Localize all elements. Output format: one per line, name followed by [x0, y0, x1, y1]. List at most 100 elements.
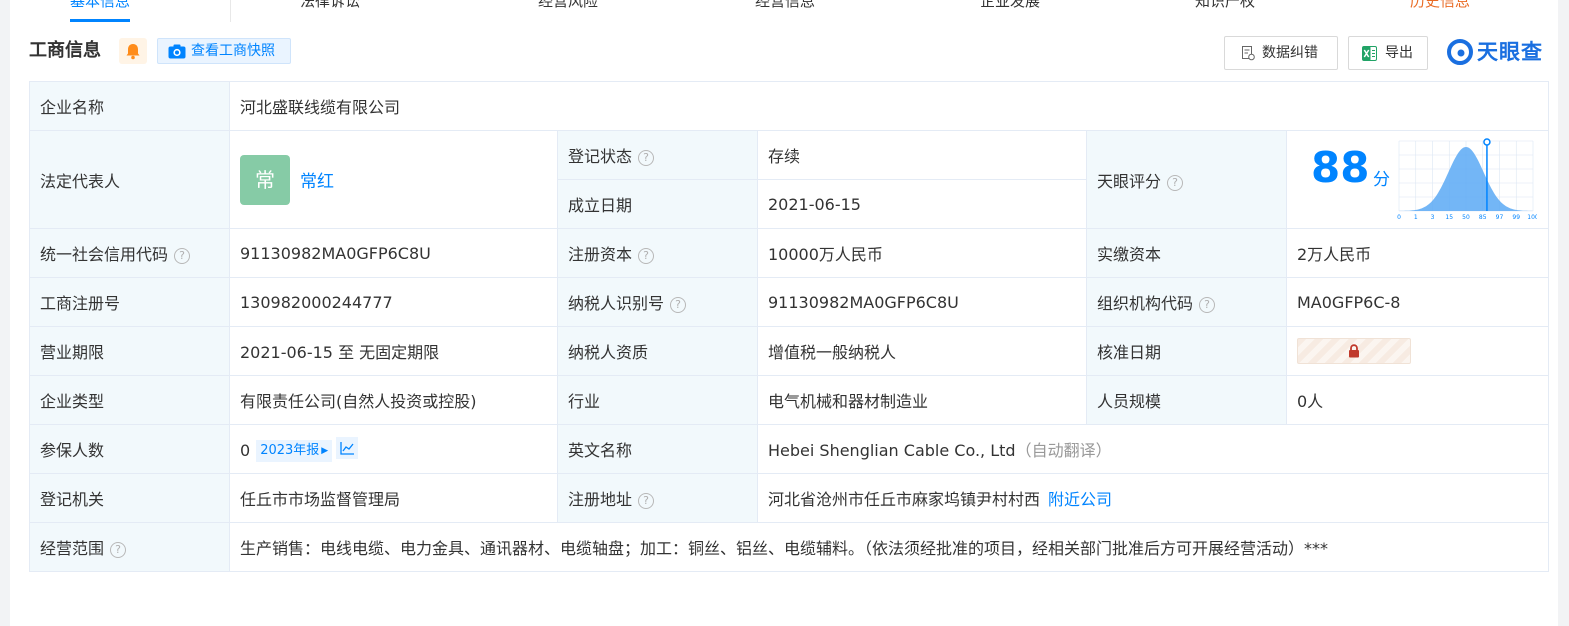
logo-mark-icon [1447, 39, 1473, 65]
chart-tick-label: 3 [1431, 214, 1435, 221]
table-row: 统一社会信用代码? 91130982MA0GFP6C8U 注册资本? 10000… [29, 228, 1549, 278]
score-number: 88 [1311, 143, 1370, 192]
chart-tick-label: 1 [1414, 214, 1418, 221]
founded-value: 2021-06-15 [757, 179, 1087, 229]
table-row: 企业名称 河北盛联线缆有限公司 [29, 81, 1549, 131]
score-cell[interactable]: 88 分 0 1 3 15 50 85 97 99 100 [1286, 130, 1549, 229]
insured-label: 参保人数 [29, 424, 230, 474]
reg-capital-value: 10000万人民币 [757, 228, 1087, 278]
org-code-value: MA0GFP6C-8 [1286, 277, 1549, 327]
org-code-label: 组织机构代码 [1097, 294, 1194, 313]
table-row: 登记机关 任丘市市场监督管理局 注册地址? 河北省沧州市任丘市麻家坞镇尹村村西附… [29, 473, 1549, 523]
tab-operation[interactable]: 经营信息 [755, 0, 815, 22]
tab-ip[interactable]: 知识产权 [1195, 0, 1255, 22]
legal-rep-link[interactable]: 常红 [300, 167, 334, 192]
snapshot-label: 查看工商快照 [191, 43, 275, 59]
staff-size-value: 0人 [1286, 375, 1549, 425]
reg-status-label-cell: 登记状态? [557, 130, 758, 180]
data-correction-button[interactable]: 数据纠错 [1224, 36, 1338, 70]
chart-tick-label: 15 [1445, 214, 1453, 221]
approval-date-locked[interactable] [1297, 338, 1411, 364]
english-name-value: Hebei Shenglian Cable Co., Ltd [768, 441, 1016, 460]
question-circle-icon[interactable]: ? [174, 248, 191, 264]
taxpayer-id-label: 纳税人识别号 [568, 294, 665, 313]
question-circle-icon[interactable]: ? [1167, 174, 1184, 191]
taxpayer-qual-value: 增值税一般纳税人 [757, 326, 1087, 376]
table-row: 经营范围? 生产销售：电线电缆、电力金具、通讯器材、电缆轴盘；加工：铜丝、铝丝、… [29, 522, 1549, 572]
camera-icon [168, 44, 186, 59]
founded-label: 成立日期 [557, 179, 758, 229]
table-row: 参保人数 0 2023年报 ▶ 英文名称 Hebei Shenglian Cable… [29, 424, 1549, 474]
question-circle-icon[interactable]: ? [638, 493, 655, 509]
scope-label: 经营范围 [40, 539, 105, 558]
annual-report-label: 2023年报 [260, 442, 320, 458]
bell-icon[interactable] [119, 38, 147, 64]
question-circle-icon[interactable]: ? [1199, 297, 1216, 313]
reg-address-cell: 河北省沧州市任丘市麻家坞镇尹村村西 附近公司 [757, 473, 1549, 523]
caret-right-icon: ▶ [321, 445, 329, 456]
company-type-label: 企业类型 [29, 375, 230, 425]
question-circle-icon[interactable]: ? [110, 542, 127, 558]
reg-address-value: 河北省沧州市任丘市麻家坞镇尹村村西 [768, 490, 1041, 509]
term-value: 2021-06-15 至 无固定期限 [229, 326, 558, 376]
credit-code-value: 91130982MA0GFP6C8U [229, 228, 558, 278]
company-name-label: 企业名称 [29, 81, 230, 131]
avatar[interactable]: 常 [240, 154, 290, 205]
approval-date-cell [1286, 326, 1549, 376]
industry-label: 行业 [557, 375, 758, 425]
annual-report-tag[interactable]: 2023年报 ▶ [256, 439, 333, 462]
export-label: 导出 [1385, 45, 1413, 61]
chart-tick-label: 99 [1512, 214, 1520, 221]
taxpayer-id-label-cell: 纳税人识别号? [557, 277, 758, 327]
export-button[interactable]: 导出 [1348, 36, 1428, 70]
logo-text: 天眼查 [1477, 40, 1543, 64]
reg-address-label: 注册地址 [568, 490, 633, 509]
scope-value: 生产销售：电线电缆、电力金具、通讯器材、电缆轴盘；加工：铜丝、铝丝、电缆辅料。（… [229, 522, 1549, 572]
score-marker-dot [1483, 138, 1491, 146]
chart-tick-label: 85 [1479, 214, 1487, 221]
question-circle-icon[interactable]: ? [670, 297, 687, 313]
credit-code-label-cell: 统一社会信用代码? [29, 228, 230, 278]
reg-authority-value: 任丘市市场监督管理局 [229, 473, 558, 523]
tab-development[interactable]: 企业发展 [980, 0, 1040, 22]
legal-rep-cell: 常常红 [229, 130, 558, 229]
section-title: 工商信息 [29, 40, 101, 61]
approval-date-label: 核准日期 [1086, 326, 1287, 376]
table-row: 企业类型 有限责任公司(自然人投资或控股) 行业 电气机械和器材制造业 人员规模… [29, 375, 1549, 425]
chart-tick-label: 100 [1527, 214, 1537, 221]
nearby-companies-link[interactable]: 附近公司 [1048, 490, 1112, 509]
reg-capital-label: 注册资本 [568, 245, 633, 264]
insured-cell: 0 2023年报 ▶ [229, 424, 558, 474]
tab-basic-info[interactable]: 基本信息 [70, 0, 131, 22]
scope-label-cell: 经营范围? [29, 522, 230, 572]
data-correction-label: 数据纠错 [1262, 45, 1318, 61]
reg-address-label-cell: 注册地址? [557, 473, 758, 523]
tab-legal[interactable]: 法律诉讼 [300, 0, 360, 22]
trend-chart-icon[interactable] [336, 436, 359, 459]
taxpayer-id-value: 91130982MA0GFP6C8U [757, 277, 1087, 327]
org-code-label-cell: 组织机构代码? [1086, 277, 1287, 327]
reg-authority-label: 登记机关 [29, 473, 230, 523]
industry-value: 电气机械和器材制造业 [757, 375, 1087, 425]
tab-history[interactable]: 历史信息 [1410, 0, 1470, 22]
view-snapshot-button[interactable]: 查看工商快照 [157, 38, 291, 64]
tab-risk[interactable]: 经营风险 [538, 0, 598, 22]
staff-size-label: 人员规模 [1086, 375, 1287, 425]
table-row: 营业期限 2021-06-15 至 无固定期限 纳税人资质 增值税一般纳税人 核… [29, 326, 1549, 376]
lock-icon [1349, 344, 1359, 358]
score-unit: 分 [1373, 170, 1390, 190]
question-circle-icon[interactable]: ? [638, 150, 655, 166]
english-name-cell: Hebei Shenglian Cable Co., Ltd（自动翻译） [757, 424, 1549, 474]
auto-translate-note: （自动翻译） [1015, 441, 1112, 460]
insured-value: 0 [240, 440, 251, 460]
table-row: 工商注册号 130982000244777 纳税人识别号? 91130982MA… [29, 277, 1549, 327]
biz-reg-no-label: 工商注册号 [29, 277, 230, 327]
question-circle-icon[interactable]: ? [638, 248, 655, 264]
score-label-cell: 天眼评分? [1086, 130, 1287, 229]
chart-tick-label: 0 [1397, 214, 1401, 221]
tab-divider [230, 0, 231, 22]
company-type-value: 有限责任公司(自然人投资或控股) [229, 375, 558, 425]
reg-capital-label-cell: 注册资本? [557, 228, 758, 278]
credit-code-label: 统一社会信用代码 [40, 245, 169, 264]
document-edit-icon [1242, 46, 1255, 61]
